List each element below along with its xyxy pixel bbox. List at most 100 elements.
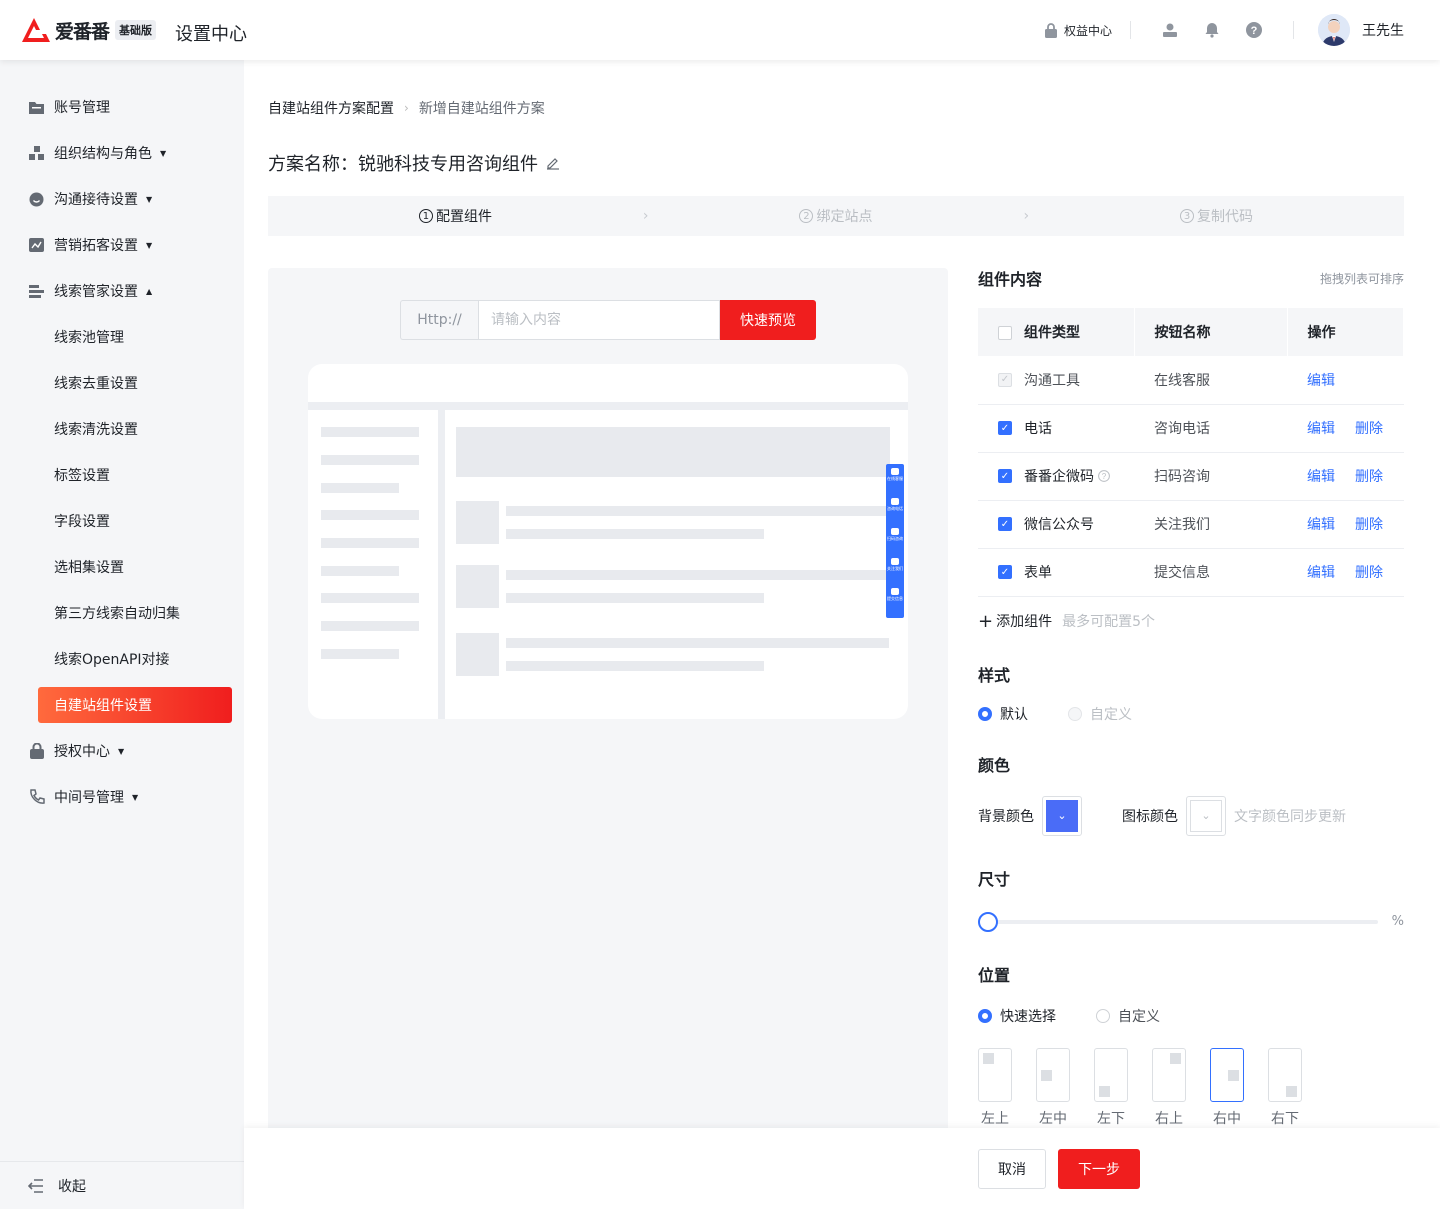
widget-float-bar[interactable]: 在线客服 咨询电话 扫码咨询 关注我们 提交信息 bbox=[886, 464, 904, 618]
rights-center-link[interactable]: 权益中心 bbox=[1044, 22, 1112, 39]
slider-handle[interactable] bbox=[978, 911, 998, 932]
lock-icon bbox=[28, 743, 45, 760]
edit-link[interactable]: 编辑 bbox=[1307, 421, 1335, 437]
sidebar-subitem-openapi[interactable]: 线索OpenAPI对接 bbox=[0, 636, 244, 682]
sidebar-subitem-third-party[interactable]: 第三方线索自动归集 bbox=[0, 590, 244, 636]
style-default-radio[interactable]: 默认 bbox=[978, 704, 1028, 724]
float-item-scan[interactable]: 扫码咨询 bbox=[887, 528, 903, 558]
components-title: 组件内容 bbox=[978, 270, 1043, 289]
position-option-bottom-left[interactable]: 左下 bbox=[1082, 1047, 1140, 1128]
sidebar: 账号管理 组织结构与角色 ▼ 沟通接待设置 ▼ 营销拓客设置 ▼ 线索管家设置 … bbox=[0, 60, 244, 1209]
sidebar-subitem-cleaning[interactable]: 线索清洗设置 bbox=[0, 406, 244, 452]
user-icon[interactable] bbox=[1161, 21, 1179, 39]
position-option-middle-left[interactable]: 左中 bbox=[1024, 1047, 1082, 1128]
edit-link[interactable]: 编辑 bbox=[1307, 517, 1335, 533]
headset-icon bbox=[891, 468, 899, 475]
table-row[interactable]: ✓ 微信公众号 关注我们 编辑 删除 bbox=[978, 500, 1404, 549]
sidebar-item-marketing[interactable]: 营销拓客设置 ▼ bbox=[0, 222, 244, 268]
bg-color-label: 背景颜色 bbox=[978, 808, 1034, 825]
sidebar-subitem-fields[interactable]: 字段设置 bbox=[0, 498, 244, 544]
quick-preview-button[interactable]: 快速预览 bbox=[720, 300, 816, 340]
sidebar-subitem-tags[interactable]: 标签设置 bbox=[0, 452, 244, 498]
step-copy-code[interactable]: 3 复制代码 bbox=[1029, 206, 1404, 226]
avatar[interactable] bbox=[1318, 14, 1350, 46]
sidebar-subitem-site-widget[interactable]: 自建站组件设置 bbox=[38, 687, 232, 723]
info-icon[interactable]: ? bbox=[1098, 470, 1110, 482]
position-option-top-left[interactable]: 左上 bbox=[966, 1047, 1024, 1128]
sidebar-nav: 账号管理 组织结构与角色 ▼ 沟通接待设置 ▼ 营销拓客设置 ▼ 线索管家设置 … bbox=[0, 60, 244, 820]
sync-hint: 文字颜色同步更新 bbox=[1234, 808, 1346, 825]
step-bind-site[interactable]: 2 绑定站点 bbox=[649, 206, 1024, 226]
collapse-icon bbox=[28, 1178, 43, 1193]
next-step-button[interactable]: 下一步 bbox=[1058, 1149, 1140, 1189]
float-item-online-service[interactable]: 在线客服 bbox=[887, 468, 903, 498]
delete-link[interactable]: 删除 bbox=[1355, 469, 1383, 485]
position-custom-radio[interactable]: 自定义 bbox=[1096, 1006, 1160, 1026]
preview-url-input[interactable] bbox=[478, 300, 720, 340]
position-preview bbox=[1152, 1047, 1186, 1102]
radio-dot bbox=[1068, 706, 1082, 721]
delete-link[interactable]: 删除 bbox=[1355, 517, 1383, 533]
sidebar-item-auth[interactable]: 授权中心 ▼ bbox=[0, 728, 244, 774]
sidebar-subitem-lead-pool[interactable]: 线索池管理 bbox=[0, 314, 244, 360]
size-slider[interactable]: % bbox=[978, 911, 1404, 932]
table-row[interactable]: ✓ 沟通工具 在线客服 编辑 bbox=[978, 356, 1404, 405]
sidebar-item-label: 授权中心 bbox=[54, 744, 110, 760]
delete-link[interactable]: 删除 bbox=[1355, 421, 1383, 437]
sidebar-item-account[interactable]: 账号管理 bbox=[0, 84, 244, 130]
position-marker bbox=[1099, 1085, 1110, 1097]
help-icon[interactable]: ? bbox=[1245, 21, 1263, 39]
table-row[interactable]: ✓ 电话 咨询电话 编辑 删除 bbox=[978, 404, 1404, 453]
row-checkbox[interactable]: ✓ bbox=[998, 517, 1012, 531]
step-configure[interactable]: 1 配置组件 bbox=[268, 206, 643, 226]
sidebar-collapse-button[interactable]: 收起 bbox=[0, 1161, 244, 1209]
position-option-middle-right[interactable]: 右中 bbox=[1198, 1047, 1256, 1128]
edit-link[interactable]: 编辑 bbox=[1307, 469, 1335, 485]
sidebar-item-label: 沟通接待设置 bbox=[54, 192, 138, 208]
phone-icon bbox=[28, 789, 45, 806]
row-checkbox[interactable]: ✓ bbox=[998, 469, 1012, 483]
placeholder-line bbox=[506, 661, 764, 671]
edit-icon[interactable] bbox=[546, 156, 560, 170]
icon-color-label: 图标颜色 bbox=[1122, 808, 1178, 825]
bg-color-picker[interactable]: ⌄ bbox=[1042, 795, 1082, 836]
sidebar-subitem-options[interactable]: 选相集设置 bbox=[0, 544, 244, 590]
column-header: 按钮名称 bbox=[1134, 308, 1288, 356]
row-checkbox[interactable]: ✓ bbox=[998, 421, 1012, 435]
breadcrumb: 自建站组件方案配置 › 新增自建站组件方案 bbox=[268, 98, 545, 118]
table-row[interactable]: ✓ 番番企微码? 扫码咨询 编辑 删除 bbox=[978, 452, 1404, 501]
chart-icon bbox=[28, 237, 45, 254]
style-custom-radio[interactable]: 自定义 bbox=[1068, 704, 1132, 724]
float-item-label: 在线客服 bbox=[887, 476, 903, 481]
logo[interactable]: 爱番番 基础版 bbox=[20, 14, 157, 46]
cancel-button[interactable]: 取消 bbox=[978, 1149, 1046, 1189]
select-all-checkbox[interactable] bbox=[998, 326, 1012, 340]
float-item-form[interactable]: 提交信息 bbox=[887, 588, 903, 618]
icon-color-picker[interactable]: ⌄ bbox=[1186, 795, 1226, 836]
delete-link[interactable]: 删除 bbox=[1355, 565, 1383, 581]
org-icon bbox=[28, 145, 45, 162]
edit-link[interactable]: 编辑 bbox=[1307, 373, 1335, 389]
user-name[interactable]: 王先生 bbox=[1362, 20, 1404, 40]
position-option-bottom-right[interactable]: 右下 bbox=[1256, 1047, 1314, 1128]
bell-icon[interactable] bbox=[1203, 21, 1221, 39]
float-item-phone[interactable]: 咨询电话 bbox=[887, 498, 903, 528]
sidebar-subitem-dedup[interactable]: 线索去重设置 bbox=[0, 360, 244, 406]
edit-link[interactable]: 编辑 bbox=[1307, 565, 1335, 581]
add-component-button[interactable]: + 添加组件 最多可配置5个 bbox=[978, 611, 1404, 632]
row-checkbox[interactable]: ✓ bbox=[998, 565, 1012, 579]
sidebar-item-virtual-number[interactable]: 中间号管理 ▼ bbox=[0, 774, 244, 820]
phone-icon bbox=[891, 498, 899, 505]
sidebar-item-communication[interactable]: 沟通接待设置 ▼ bbox=[0, 176, 244, 222]
position-quick-radio[interactable]: 快速选择 bbox=[978, 1006, 1056, 1026]
component-type: 沟通工具 bbox=[1024, 372, 1080, 389]
sidebar-item-org-roles[interactable]: 组织结构与角色 ▼ bbox=[0, 130, 244, 176]
breadcrumb-parent[interactable]: 自建站组件方案配置 bbox=[268, 98, 394, 118]
button-name: 提交信息 bbox=[1134, 548, 1287, 597]
wechat-icon bbox=[891, 558, 899, 565]
plan-name-label: 方案名称： bbox=[268, 154, 358, 175]
table-row[interactable]: ✓ 表单 提交信息 编辑 删除 bbox=[978, 548, 1404, 597]
sidebar-item-leads[interactable]: 线索管家设置 ▲ bbox=[0, 268, 244, 314]
float-item-follow[interactable]: 关注我们 bbox=[887, 558, 903, 588]
position-option-top-right[interactable]: 右上 bbox=[1140, 1047, 1198, 1128]
